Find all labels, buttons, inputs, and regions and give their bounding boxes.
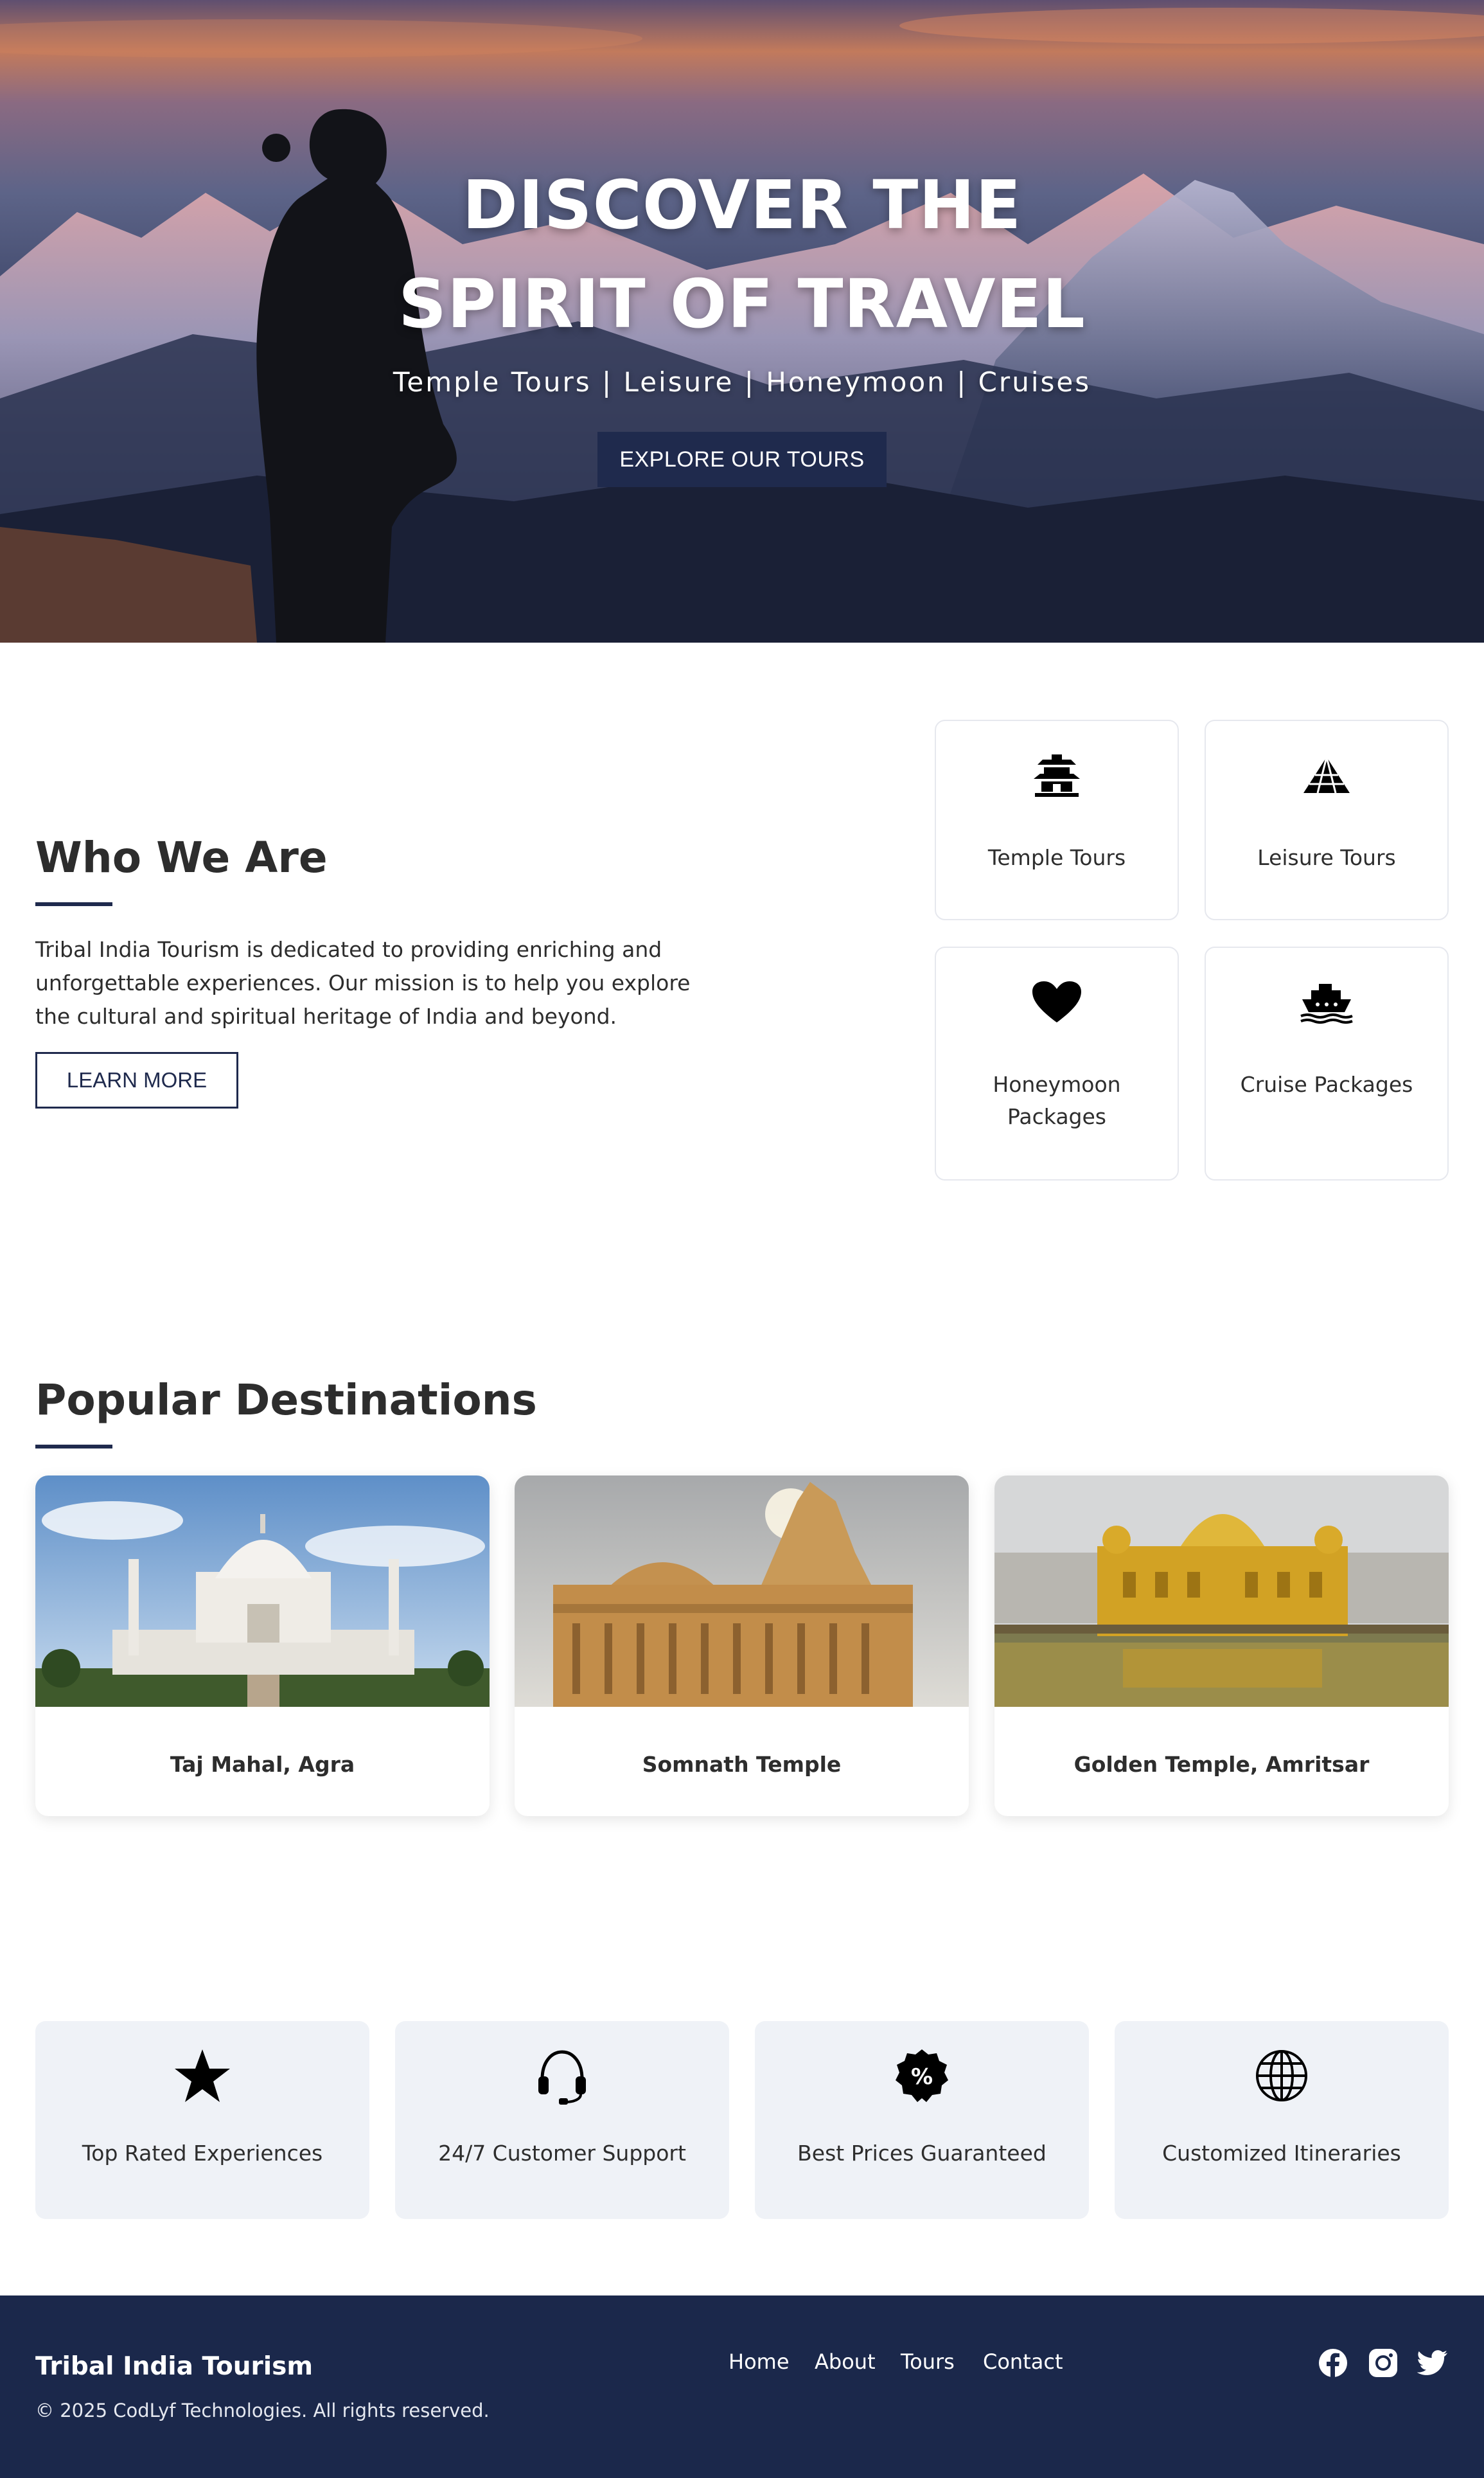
learn-more-button[interactable]: LEARN MORE bbox=[35, 1052, 238, 1109]
instagram-icon[interactable] bbox=[1367, 2347, 1399, 2379]
heart-icon bbox=[936, 980, 1178, 1025]
feature-label: Customized Itineraries bbox=[1162, 2141, 1401, 2166]
title-underline bbox=[35, 1445, 112, 1448]
hero-banner: DISCOVER THE SPIRIT OF TRAVEL Temple Tou… bbox=[0, 0, 1484, 643]
hero-subtitle: Temple Tours | Leisure | Honeymoon | Cru… bbox=[393, 366, 1091, 398]
destination-name: Golden Temple, Amritsar bbox=[1073, 1752, 1370, 1777]
headset-icon bbox=[395, 2047, 729, 2105]
hero-title-line1: DISCOVER THE bbox=[462, 166, 1022, 244]
globe-icon bbox=[1115, 2047, 1449, 2105]
title-underline bbox=[35, 902, 112, 906]
service-label: Honeymoon Packages bbox=[993, 1072, 1121, 1129]
feature-label: Best Prices Guaranteed bbox=[797, 2141, 1047, 2166]
star-icon bbox=[35, 2047, 369, 2105]
service-card-temple-tours[interactable]: Temple Tours bbox=[935, 720, 1179, 920]
footer-copyright: © 2025 CodLyf Technologies. All rights r… bbox=[35, 2400, 490, 2421]
who-we-are-title: Who We Are bbox=[35, 833, 328, 882]
somnath-temple-image bbox=[515, 1475, 969, 1707]
service-card-cruise[interactable]: Cruise Packages bbox=[1205, 947, 1449, 1181]
destination-name: Taj Mahal, Agra bbox=[170, 1752, 355, 1777]
footer-nav-home[interactable]: Home bbox=[729, 2349, 790, 2374]
explore-tours-button[interactable]: EXPLORE OUR TOURS bbox=[597, 432, 887, 487]
feature-best-prices: % Best Prices Guaranteed bbox=[755, 2021, 1089, 2219]
footer: Tribal India Tourism © 2025 CodLyf Techn… bbox=[0, 2295, 1484, 2478]
hero-title-line2: SPIRIT OF TRAVEL bbox=[398, 265, 1086, 343]
ship-icon bbox=[1206, 980, 1447, 1025]
feature-support: 24/7 Customer Support bbox=[395, 2021, 729, 2219]
feature-top-rated: Top Rated Experiences bbox=[35, 2021, 369, 2219]
pagoda-icon bbox=[936, 753, 1178, 798]
service-label: Cruise Packages bbox=[1240, 1072, 1413, 1097]
about-text: Tribal India Tourism is dedicated to pro… bbox=[35, 937, 691, 1029]
taj-mahal-image bbox=[35, 1475, 490, 1707]
twitter-icon[interactable] bbox=[1417, 2347, 1449, 2379]
footer-nav-tours[interactable]: Tours bbox=[901, 2349, 955, 2374]
destination-card-taj-mahal[interactable]: Taj Mahal, Agra bbox=[35, 1475, 490, 1816]
service-label: Leisure Tours bbox=[1257, 845, 1396, 870]
service-card-leisure-tours[interactable]: Leisure Tours bbox=[1205, 720, 1449, 920]
golden-temple-image bbox=[994, 1475, 1449, 1707]
footer-brand: Tribal India Tourism bbox=[35, 2352, 313, 2381]
destination-card-golden-temple[interactable]: Golden Temple, Amritsar bbox=[994, 1475, 1449, 1816]
feature-customized: Customized Itineraries bbox=[1115, 2021, 1449, 2219]
facebook-icon[interactable] bbox=[1317, 2347, 1349, 2379]
service-label: Temple Tours bbox=[987, 845, 1126, 870]
feature-label: Top Rated Experiences bbox=[82, 2141, 323, 2166]
footer-nav-about[interactable]: About bbox=[815, 2349, 876, 2374]
destination-card-somnath[interactable]: Somnath Temple bbox=[515, 1475, 969, 1816]
destination-name: Somnath Temple bbox=[642, 1752, 842, 1777]
percent-badge-icon: % bbox=[755, 2047, 1089, 2105]
pyramid-icon bbox=[1206, 753, 1447, 798]
feature-label: 24/7 Customer Support bbox=[438, 2141, 686, 2166]
footer-nav-contact[interactable]: Contact bbox=[983, 2349, 1063, 2374]
svg-text:%: % bbox=[911, 2064, 933, 2090]
service-card-honeymoon[interactable]: Honeymoon Packages bbox=[935, 947, 1179, 1181]
popular-destinations-title: Popular Destinations bbox=[35, 1375, 537, 1425]
